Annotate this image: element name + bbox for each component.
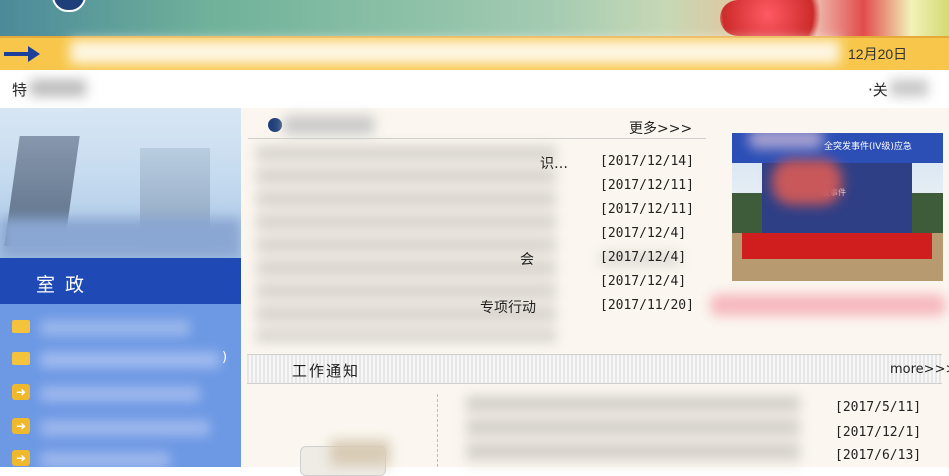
logo-emblem [52,0,86,12]
list-item[interactable]: 专项行动 [2017/11/20] [248,296,708,316]
featured-caption-blurred [710,294,946,316]
news-more-link[interactable]: 更多>>> [629,118,692,138]
list-item[interactable]: [2017/6/13] [462,446,942,466]
featured-photo[interactable]: 全突发事件(IV级)应急 发事件 [732,133,943,281]
stage-banner-text: 全突发事件(IV级)应急 [824,142,912,152]
header-date: 12月20日 [848,46,908,62]
news-panel: 更多>>> 识… [2017/12/14] [2017/12/11] [2017… [248,112,708,348]
nav-strip: 12月20日 [0,36,949,70]
sidebar-item[interactable]: ➜ [0,442,241,467]
news-item-date: [2017/12/4] [600,274,687,289]
arrow-right-icon: ➜ [12,418,30,434]
news-item-date: [2017/12/4] [600,250,687,265]
photo-blurred-spot [772,159,842,205]
sidebar-item-text-blurred [40,386,200,402]
notices-more-link[interactable]: more>>> [890,362,949,377]
list-item[interactable]: [2017/12/11] [248,200,708,220]
notices-header: 工作通知 more>>> [247,354,949,384]
sidebar-item[interactable]: ➜ [0,410,241,440]
sidebar-item-text-blurred [40,320,190,336]
notice-item-date: [2017/5/11] [835,400,922,415]
news-item-date: [2017/12/11] [600,178,694,193]
news-item-title[interactable]: 会 [520,249,534,269]
news-item-date: [2017/12/14] [600,154,694,169]
list-item[interactable]: [2017/12/4] [248,224,708,244]
subbar-left-text[interactable]: 特 [12,79,27,100]
notice-item-date: [2017/12/1] [835,425,922,440]
folder-icon [12,320,30,333]
sidebar-list: ) ➜ ➜ ➜ [0,304,241,467]
list-item[interactable]: [2017/12/4] [248,272,708,292]
news-item-date: [2017/12/4] [600,226,687,241]
list-item[interactable]: [2017/12/1] [462,423,942,443]
sub-bar: 特 ·关 [0,70,949,108]
sidebar-item-text-blurred [40,352,220,368]
news-header-icon [268,118,282,132]
photo-blurred-top [748,133,824,149]
arrow-right-icon [4,46,40,62]
sidebar-item[interactable]: ) [0,344,241,374]
sidebar-item[interactable]: ➜ [0,378,241,408]
notice-item-date: [2017/6/13] [835,448,922,463]
news-item-title[interactable]: 专项行动 [480,297,536,317]
notices-title: 工作通知 [292,362,361,380]
sidebar-item-text-blurred [40,420,210,436]
list-item[interactable]: 会 [2017/12/4] [248,248,708,268]
nav-blurred-content [70,40,840,64]
header-banner [0,0,949,36]
arrow-right-icon: ➜ [12,384,30,400]
arrow-right-icon: ➜ [12,450,30,466]
news-header: 更多>>> [248,112,706,139]
notices-divider [437,394,438,467]
sidebar: 室 政 ) ➜ ➜ ➜ [0,108,241,467]
subbar-blurred-right [890,80,928,96]
sidebar-section-title: 室 政 [36,274,87,296]
list-item[interactable]: [2017/5/11] [462,398,942,418]
list-item[interactable]: [2017/12/11] [248,176,708,196]
news-item-date: [2017/12/11] [600,202,694,217]
subbar-blurred-left [30,80,86,96]
list-item[interactable]: 识… [2017/12/14] [248,152,708,172]
sidebar-title-bar: 室 政 [0,258,241,304]
stage-platform [742,233,932,259]
sidebar-blurred-photo [0,218,241,258]
subbar-right-text[interactable]: ·关 [868,79,888,100]
sidebar-item-label: ) [222,350,228,365]
sidebar-item-text-blurred [40,452,170,467]
notice-thumbnail-blurred [330,440,390,466]
news-item-title[interactable]: 识… [540,153,568,173]
banner-flower-decoration [720,0,840,36]
news-header-title-blurred [284,116,374,134]
folder-icon [12,352,30,365]
sidebar-item[interactable] [0,312,241,342]
news-item-date: [2017/11/20] [600,298,694,313]
